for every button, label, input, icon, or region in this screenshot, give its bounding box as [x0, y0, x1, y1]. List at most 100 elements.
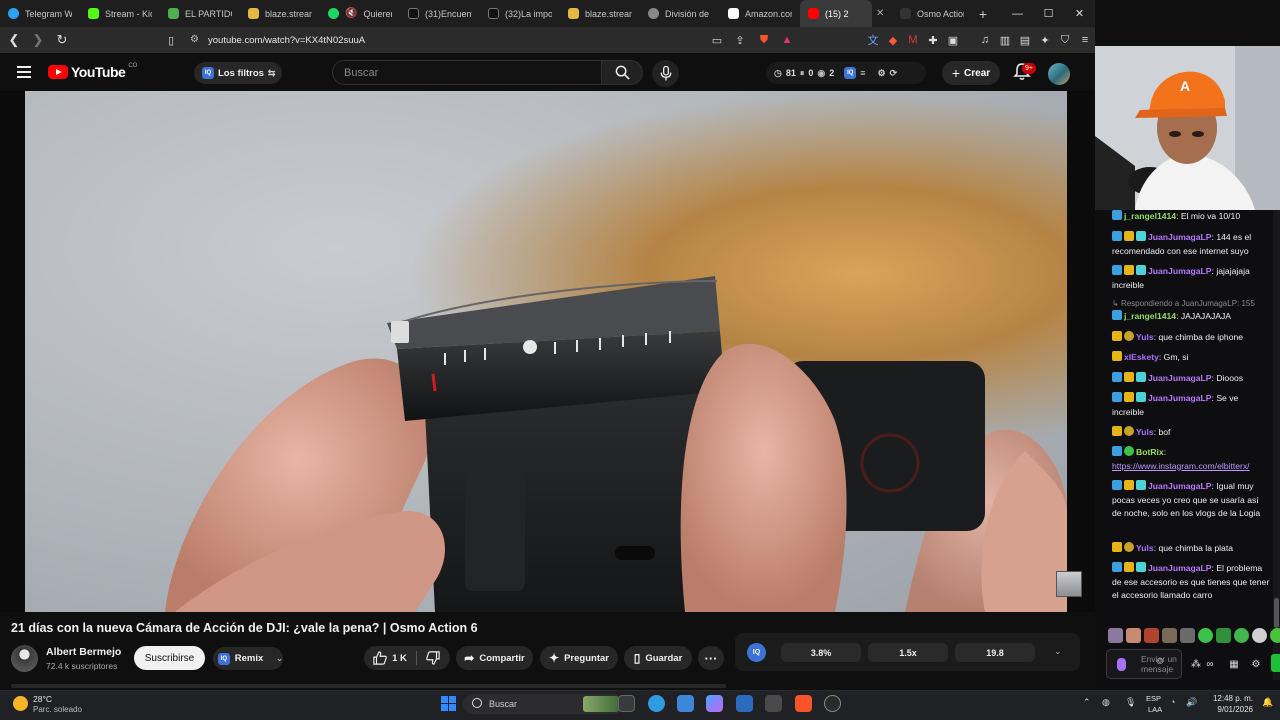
screenshot-icon[interactable]: ▣ [945, 32, 961, 48]
menu-icon[interactable]: ≡ [1077, 32, 1093, 48]
browser-tab[interactable]: Stream - Kick [80, 0, 160, 27]
close-window-icon[interactable]: ✕ [1064, 0, 1095, 27]
emote-icon[interactable] [1126, 628, 1141, 643]
forward-icon[interactable]: ❯ [28, 30, 48, 50]
emote-icon[interactable] [1108, 628, 1123, 643]
emote-icon[interactable] [1180, 628, 1195, 643]
iq-logo-icon[interactable]: IQ [747, 643, 766, 662]
music-icon[interactable]: ♫ [977, 32, 993, 48]
reload-icon[interactable]: ↻ [52, 30, 72, 50]
emote-icon[interactable] [1162, 628, 1177, 643]
maximize-icon[interactable]: ☐ [1033, 0, 1064, 27]
emote-icon[interactable] [1198, 628, 1213, 643]
browser-tab[interactable]: blaze.stream [240, 0, 320, 27]
chevron-up-icon[interactable]: ⌃ [1083, 697, 1091, 708]
video-frame[interactable] [25, 91, 1067, 612]
url-field[interactable]: ⚙ youtube.com/watch?v=KX4tN02suuA [186, 30, 706, 50]
extension-icon[interactable]: M [905, 32, 921, 48]
snipping-tool-icon[interactable] [677, 695, 694, 712]
edge-icon[interactable] [648, 695, 665, 712]
filters-button[interactable]: IQ Los filtros ⇆ [194, 62, 282, 84]
search-input[interactable]: Buscar [332, 60, 602, 85]
page-scroll-track[interactable] [11, 684, 726, 688]
settings-icon[interactable]: ⚙ [878, 68, 886, 79]
weather-sun-icon[interactable] [13, 696, 28, 711]
app-icon[interactable] [765, 695, 782, 712]
save-button[interactable]: ▯ Guardar [624, 646, 692, 670]
youtube-logo[interactable]: YouTube CO [48, 63, 137, 80]
like-button[interactable]: 1 K [364, 646, 416, 670]
browser-tab[interactable]: Telegram We [0, 0, 80, 27]
emote-icon[interactable] [1234, 628, 1249, 643]
search-button[interactable] [601, 60, 643, 85]
close-tab-icon[interactable]: ✕ [876, 8, 884, 19]
emote-icon[interactable] [1144, 628, 1159, 643]
account-avatar[interactable] [1048, 63, 1070, 85]
emoji-icon[interactable]: ☺ [1152, 653, 1168, 669]
weather-temperature[interactable]: 28°C [33, 694, 52, 704]
hamburger-menu-icon[interactable] [17, 66, 31, 78]
chat-scroll-thumb[interactable] [1274, 598, 1279, 628]
wifi-icon[interactable]: ◔ [1170, 697, 1175, 707]
create-button[interactable]: + Crear [942, 61, 1000, 85]
clock-time[interactable]: 12:48 p. m. [1207, 694, 1253, 703]
notification-icon[interactable]: 🔔 [1262, 697, 1273, 708]
wallet-icon[interactable]: ▤ [1017, 32, 1033, 48]
browser-tab[interactable]: blaze.stream [560, 0, 640, 27]
bookmark-icon[interactable]: ▯ [163, 32, 179, 48]
microphone-icon[interactable] [1117, 658, 1126, 671]
browser-tab[interactable]: Amazon.com [720, 0, 800, 27]
voice-search-button[interactable] [652, 60, 679, 87]
share-button[interactable]: ➦ Compartir [456, 646, 533, 670]
browser-tab[interactable]: División de n [640, 0, 720, 27]
subscribe-button[interactable]: Suscribirse [134, 646, 205, 670]
file-explorer-icon[interactable] [618, 695, 635, 712]
start-button[interactable] [441, 696, 456, 711]
new-tab-button[interactable]: + [972, 6, 994, 22]
browser-tab[interactable]: 🔇Quieren [320, 0, 400, 27]
chevron-down-icon[interactable]: ⌄ [1054, 646, 1062, 657]
channel-name[interactable]: Albert Bermejo [46, 646, 121, 658]
settings-icon[interactable]: ⚙ [1248, 656, 1264, 672]
obs-icon[interactable] [824, 695, 841, 712]
keyboard-language[interactable]: ESP [1146, 694, 1161, 703]
sidebar-icon[interactable]: ▥ [997, 32, 1013, 48]
taskbar-search[interactable]: Buscar [463, 694, 623, 714]
mic-tray-icon[interactable]: 🎙 [1125, 697, 1136, 708]
send-button[interactable] [1271, 654, 1280, 672]
browser-tab[interactable]: (32)La impor [480, 0, 560, 27]
emote-icon[interactable] [1252, 628, 1267, 643]
list-icon[interactable]: ≡ [860, 68, 865, 78]
link-icon[interactable]: ∞ [1202, 656, 1218, 672]
dislike-button[interactable] [418, 646, 448, 670]
ask-button[interactable]: ✦ Preguntar [540, 646, 618, 670]
chat-message-input[interactable]: Enviar un mensaje [1106, 649, 1182, 679]
minimize-icon[interactable]: — [1002, 0, 1033, 27]
extension-stats[interactable]: ◷ 81 ⏸ 0 ◉ 2 IQ ≡ ⚙ ⟳ [766, 62, 926, 84]
cast-icon[interactable]: ▭ [709, 32, 725, 48]
store-icon[interactable]: ▦ [1226, 656, 1242, 672]
remix-button[interactable]: IQ Remix ⌄ [213, 647, 283, 670]
brave-rewards-icon[interactable]: ▲ [779, 32, 795, 48]
chat-link[interactable]: https://www.instagram.com/elbitterx/ [1112, 461, 1250, 471]
volume-icon[interactable]: 🔊 [1186, 697, 1197, 708]
browser-tab[interactable]: Osmo Action [892, 0, 972, 27]
browser-tab-active[interactable]: (15) 2 [800, 0, 872, 27]
muted-icon[interactable]: 🔇 [345, 8, 357, 19]
more-actions-button[interactable]: ··· [698, 646, 724, 670]
store-icon[interactable] [736, 695, 753, 712]
brave-icon[interactable] [795, 695, 812, 712]
browser-tab[interactable]: (31)Encuent [400, 0, 480, 27]
puzzle-icon[interactable]: ✚ [925, 32, 941, 48]
extension-icon[interactable]: ◆ [885, 32, 901, 48]
browser-tab[interactable]: ✕ [872, 0, 892, 27]
emote-icon[interactable] [1270, 628, 1280, 643]
refresh-icon[interactable]: ⟳ [890, 68, 898, 79]
vpn-icon[interactable]: ⛉ [1057, 32, 1073, 48]
translate-icon[interactable]: 文 [865, 32, 881, 48]
browser-tab[interactable]: EL PARTIDO [160, 0, 240, 27]
leo-ai-icon[interactable]: ✦ [1037, 32, 1053, 48]
share-icon[interactable]: ⇪ [732, 32, 748, 48]
site-settings-icon[interactable]: ⚙ [190, 34, 202, 46]
brave-shield-icon[interactable]: ⛊ [756, 32, 772, 48]
